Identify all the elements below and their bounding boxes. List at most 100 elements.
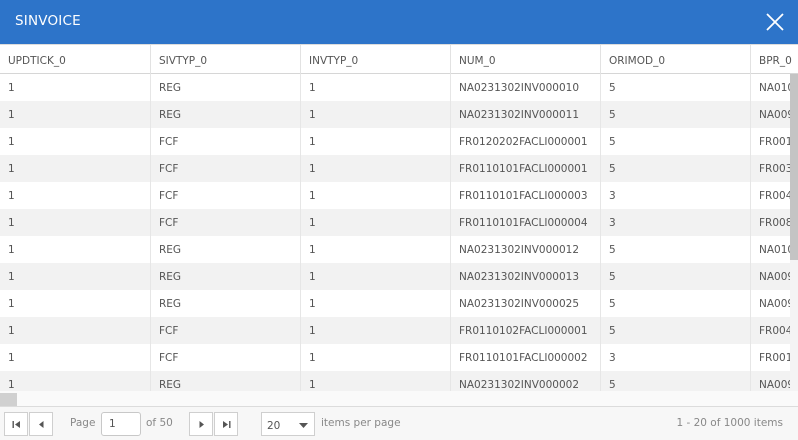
cell-invtyp: 1 bbox=[301, 263, 451, 290]
cell-invtyp: 1 bbox=[301, 182, 451, 209]
cell-orimod: 3 bbox=[601, 182, 751, 209]
last-page-icon bbox=[223, 421, 231, 428]
table-row[interactable]: 1 FCF 1 FR0110101FACLI000001 5 FR003 bbox=[0, 155, 798, 182]
cell-orimod: 5 bbox=[601, 101, 751, 128]
table-row[interactable]: 1 FCF 1 FR0120202FACLI000001 5 FR001 bbox=[0, 128, 798, 155]
page-count-label: of 50 bbox=[146, 417, 173, 429]
cell-updtick: 1 bbox=[0, 263, 151, 290]
table-row[interactable]: 1 REG 1 NA0231302INV000025 5 NA009 bbox=[0, 290, 798, 317]
cell-num: NA0231302INV000025 bbox=[451, 290, 601, 317]
close-icon[interactable] bbox=[764, 11, 786, 33]
column-header-orimod[interactable]: ORIMOD_0 bbox=[601, 45, 751, 74]
data-grid: UPDTICK_0 SIVTYP_0 INVTYP_0 NUM_0 ORIMOD… bbox=[0, 44, 798, 406]
page-size-value: 20 bbox=[267, 420, 281, 432]
table-row[interactable]: 1 FCF 1 FR0110101FACLI000004 3 FR008 bbox=[0, 209, 798, 236]
cell-orimod: 5 bbox=[601, 236, 751, 263]
horizontal-scroll-thumb[interactable] bbox=[0, 393, 17, 406]
cell-num: NA0231302INV000011 bbox=[451, 101, 601, 128]
page-size-select[interactable]: 20 bbox=[261, 412, 315, 436]
next-page-button[interactable] bbox=[189, 412, 213, 436]
cell-orimod: 5 bbox=[601, 371, 751, 391]
cell-invtyp: 1 bbox=[301, 371, 451, 391]
horizontal-scrollbar[interactable] bbox=[0, 391, 798, 406]
cell-sivtyp: FCF bbox=[151, 209, 301, 236]
table-row[interactable]: 1 REG 1 NA0231302INV000012 5 NA010 bbox=[0, 236, 798, 263]
page-label: Page bbox=[70, 417, 96, 429]
cell-num: NA0231302INV000002 bbox=[451, 371, 601, 391]
table-row[interactable]: 1 REG 1 NA0231302INV000010 5 NA010 bbox=[0, 74, 798, 101]
chevron-down-icon bbox=[299, 423, 308, 428]
cell-orimod: 5 bbox=[601, 74, 751, 101]
prev-page-button[interactable] bbox=[29, 412, 53, 436]
cell-invtyp: 1 bbox=[301, 344, 451, 371]
cell-invtyp: 1 bbox=[301, 236, 451, 263]
column-header-invtyp[interactable]: INVTYP_0 bbox=[301, 45, 451, 74]
next-page-icon bbox=[199, 421, 204, 428]
last-page-button[interactable] bbox=[214, 412, 238, 436]
cell-orimod: 3 bbox=[601, 344, 751, 371]
cell-invtyp: 1 bbox=[301, 155, 451, 182]
column-header-num[interactable]: NUM_0 bbox=[451, 45, 601, 74]
cell-orimod: 5 bbox=[601, 317, 751, 344]
items-per-page-label: items per page bbox=[321, 417, 401, 429]
cell-sivtyp: FCF bbox=[151, 128, 301, 155]
cell-updtick: 1 bbox=[0, 182, 151, 209]
first-page-icon bbox=[12, 421, 20, 428]
cell-invtyp: 1 bbox=[301, 290, 451, 317]
table-row[interactable]: 1 REG 1 NA0231302INV000011 5 NA009 bbox=[0, 101, 798, 128]
vertical-scroll-thumb[interactable] bbox=[790, 74, 798, 260]
cell-num: FR0120202FACLI000001 bbox=[451, 128, 601, 155]
cell-invtyp: 1 bbox=[301, 209, 451, 236]
cell-updtick: 1 bbox=[0, 128, 151, 155]
cell-updtick: 1 bbox=[0, 101, 151, 128]
column-header-bpr[interactable]: BPR_0 bbox=[751, 45, 798, 74]
cell-invtyp: 1 bbox=[301, 317, 451, 344]
cell-updtick: 1 bbox=[0, 209, 151, 236]
cell-sivtyp: REG bbox=[151, 290, 301, 317]
prev-page-icon bbox=[39, 421, 44, 428]
cell-updtick: 1 bbox=[0, 317, 151, 344]
cell-orimod: 5 bbox=[601, 128, 751, 155]
cell-num: FR0110101FACLI000003 bbox=[451, 182, 601, 209]
table-row[interactable]: 1 REG 1 NA0231302INV000013 5 NA009 bbox=[0, 263, 798, 290]
cell-orimod: 3 bbox=[601, 209, 751, 236]
table-row[interactable]: 1 REG 1 NA0231302INV000002 5 NA009 bbox=[0, 371, 798, 391]
table-row[interactable]: 1 FCF 1 FR0110101FACLI000002 3 FR001 bbox=[0, 344, 798, 371]
cell-num: FR0110101FACLI000002 bbox=[451, 344, 601, 371]
table-row[interactable]: 1 FCF 1 FR0110101FACLI000003 3 FR004 bbox=[0, 182, 798, 209]
cell-updtick: 1 bbox=[0, 236, 151, 263]
cell-num: FR0110101FACLI000004 bbox=[451, 209, 601, 236]
cell-updtick: 1 bbox=[0, 290, 151, 317]
cell-orimod: 5 bbox=[601, 290, 751, 317]
cell-sivtyp: REG bbox=[151, 101, 301, 128]
dialog-titlebar: SINVOICE bbox=[0, 0, 798, 44]
cell-sivtyp: REG bbox=[151, 371, 301, 391]
grid-body: 1 REG 1 NA0231302INV000010 5 NA010 1 REG 1 NA0231… bbox=[0, 74, 798, 391]
cell-sivtyp: REG bbox=[151, 236, 301, 263]
cell-sivtyp: FCF bbox=[151, 317, 301, 344]
table-row[interactable]: 1 FCF 1 FR0110102FACLI000001 5 FR004 bbox=[0, 317, 798, 344]
vertical-scrollbar[interactable] bbox=[790, 74, 798, 391]
column-header-updtick[interactable]: UPDTICK_0 bbox=[0, 45, 151, 74]
cell-num: NA0231302INV000012 bbox=[451, 236, 601, 263]
cell-updtick: 1 bbox=[0, 74, 151, 101]
page-number-input[interactable] bbox=[101, 412, 141, 436]
cell-updtick: 1 bbox=[0, 371, 151, 391]
cell-num: FR0110101FACLI000001 bbox=[451, 155, 601, 182]
cell-invtyp: 1 bbox=[301, 74, 451, 101]
cell-sivtyp: REG bbox=[151, 263, 301, 290]
cell-updtick: 1 bbox=[0, 344, 151, 371]
cell-orimod: 5 bbox=[601, 155, 751, 182]
cell-orimod: 5 bbox=[601, 263, 751, 290]
cell-num: NA0231302INV000010 bbox=[451, 74, 601, 101]
pager-info: 1 - 20 of 1000 items bbox=[676, 417, 783, 429]
grid-header: UPDTICK_0 SIVTYP_0 INVTYP_0 NUM_0 ORIMOD… bbox=[0, 45, 798, 74]
pager: Page of 50 20 items per page 1 - 20 of 1… bbox=[0, 406, 798, 440]
cell-invtyp: 1 bbox=[301, 128, 451, 155]
cell-invtyp: 1 bbox=[301, 101, 451, 128]
first-page-button[interactable] bbox=[4, 412, 28, 436]
column-header-sivtyp[interactable]: SIVTYP_0 bbox=[151, 45, 301, 74]
cell-sivtyp: FCF bbox=[151, 344, 301, 371]
cell-num: FR0110102FACLI000001 bbox=[451, 317, 601, 344]
dialog-title: SINVOICE bbox=[15, 13, 81, 29]
